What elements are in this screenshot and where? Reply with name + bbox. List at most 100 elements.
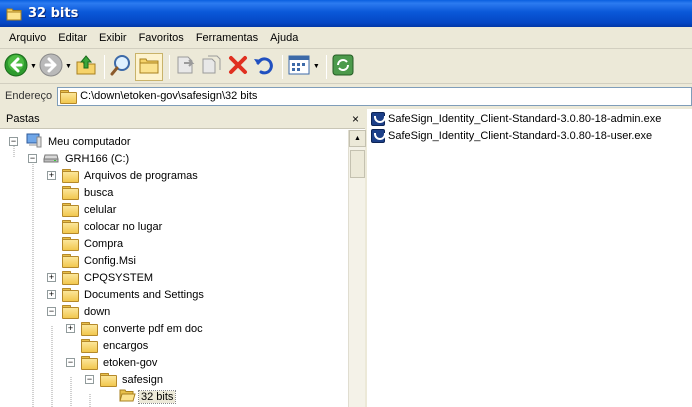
scroll-up-icon[interactable]: ▲ <box>349 130 366 147</box>
forward-dropdown-icon[interactable]: ▼ <box>65 63 72 70</box>
sync-button[interactable] <box>331 53 355 81</box>
address-label: Endereço <box>5 90 53 102</box>
expand-icon[interactable]: + <box>47 290 56 299</box>
folder-icon <box>62 220 79 234</box>
folder-icon <box>81 339 98 353</box>
views-dropdown-icon[interactable]: ▼ <box>313 63 320 70</box>
folder-icon <box>62 203 79 217</box>
back-icon <box>4 53 28 80</box>
folder-icon <box>81 356 98 370</box>
folders-pane: Pastas × − Meu computador − GRH166 (C:) … <box>0 109 366 407</box>
collapse-icon[interactable]: − <box>28 154 37 163</box>
open-folder-icon <box>119 388 136 405</box>
forward-button[interactable]: ▼ <box>39 53 72 81</box>
folder-icon <box>81 322 98 336</box>
address-bar: Endereço C:\down\etoken-gov\safesign\32 … <box>0 85 692 107</box>
tree-item-label: 32 bits <box>137 389 177 404</box>
tree-item-celular[interactable]: celular <box>62 201 118 218</box>
search-button[interactable] <box>109 53 133 81</box>
up-folder-icon <box>74 53 98 80</box>
toolbar-separator <box>325 54 327 79</box>
tree-item-label: Meu computador <box>48 135 131 148</box>
views-button[interactable]: ▼ <box>287 53 320 81</box>
tree-item-config-msi[interactable]: Config.Msi <box>62 252 138 269</box>
collapse-icon[interactable]: − <box>66 358 75 367</box>
file-name: SafeSign_Identity_Client-Standard-3.0.80… <box>388 130 653 142</box>
tree-item-label: safesign <box>122 373 163 386</box>
menu-favoritos[interactable]: Favoritos <box>133 28 190 48</box>
folder-icon <box>60 89 78 104</box>
tree-item-label: down <box>84 305 111 318</box>
tree-item-label: GRH166 (C:) <box>65 152 130 165</box>
safesign-exe-icon <box>371 112 386 126</box>
delete-button[interactable] <box>226 53 250 81</box>
tree-item-label: Documents and Settings <box>84 288 204 301</box>
tree-item-label: etoken-gov <box>103 356 158 369</box>
undo-icon <box>252 53 276 80</box>
back-dropdown-icon[interactable]: ▼ <box>30 63 37 70</box>
move-to-icon <box>174 53 198 80</box>
menu-exibir[interactable]: Exibir <box>93 28 133 48</box>
toolbar-separator <box>281 54 283 79</box>
tree-item-32-bits[interactable]: 32 bits <box>119 388 177 405</box>
folders-scrollbar[interactable]: ▲ <box>348 130 366 407</box>
toolbar: ▼ ▼ ▼ <box>0 50 692 84</box>
up-folder-button[interactable] <box>74 53 98 81</box>
tree-item-down[interactable]: − down <box>47 303 112 320</box>
tree-item-compra[interactable]: Compra <box>62 235 125 252</box>
collapse-icon[interactable]: − <box>9 137 18 146</box>
file-name: SafeSign_Identity_Client-Standard-3.0.80… <box>388 113 662 125</box>
copy-to-icon <box>200 53 224 80</box>
folders-icon <box>138 55 160 78</box>
folder-icon <box>62 237 79 251</box>
folder-icon <box>6 7 22 21</box>
tree-item-label: converte pdf em doc <box>103 322 203 335</box>
tree-item-cpqsystem[interactable]: + CPQSYSTEM <box>47 269 155 286</box>
tree-item-arquivos-de-programas[interactable]: + Arquivos de programas <box>47 167 200 184</box>
sync-icon <box>331 53 355 80</box>
address-value: C:\down\etoken-gov\safesign\32 bits <box>80 90 258 102</box>
folder-icon <box>62 288 79 302</box>
tree-item-safesign[interactable]: − safesign <box>85 371 165 388</box>
back-button[interactable]: ▼ <box>4 53 37 81</box>
menu-arquivo[interactable]: Arquivo <box>3 28 52 48</box>
scrollbar-thumb[interactable] <box>350 150 365 178</box>
copy-to-button[interactable] <box>200 53 224 81</box>
tree-item-grh166-c[interactable]: − GRH166 (C:) <box>28 150 131 167</box>
collapse-icon[interactable]: − <box>85 375 94 384</box>
file-item-user-exe[interactable]: SafeSign_Identity_Client-Standard-3.0.80… <box>371 128 652 144</box>
menu-editar[interactable]: Editar <box>52 28 93 48</box>
close-icon[interactable]: × <box>352 112 359 126</box>
menu-bar: Arquivo Editar Exibir Favoritos Ferramen… <box>0 27 692 49</box>
tree-item-converte-pdf-em-doc[interactable]: + converte pdf em doc <box>66 320 205 337</box>
undo-button[interactable] <box>252 53 276 81</box>
menu-ferramentas[interactable]: Ferramentas <box>190 28 264 48</box>
expand-icon[interactable]: + <box>47 273 56 282</box>
expand-icon[interactable]: + <box>47 171 56 180</box>
tree-item-etoken-gov[interactable]: − etoken-gov <box>66 354 159 371</box>
toolbar-separator <box>168 54 170 79</box>
file-item-admin-exe[interactable]: SafeSign_Identity_Client-Standard-3.0.80… <box>371 111 661 127</box>
tree-item-label: encargos <box>103 339 149 352</box>
tree-item-label: Arquivos de programas <box>84 169 198 182</box>
folder-tree: − Meu computador − GRH166 (C:) + Arquivo… <box>0 130 347 407</box>
title-bar: 32 bits <box>0 0 692 27</box>
tree-item-busca[interactable]: busca <box>62 184 115 201</box>
tree-item-documents-and-settings[interactable]: + Documents and Settings <box>47 286 206 303</box>
tree-item-meu-computador[interactable]: − Meu computador <box>9 133 133 151</box>
expand-icon[interactable]: + <box>66 324 75 333</box>
menu-ajuda[interactable]: Ajuda <box>264 28 304 48</box>
address-input[interactable]: C:\down\etoken-gov\safesign\32 bits <box>57 86 692 106</box>
move-to-button[interactable] <box>174 53 198 81</box>
file-list-pane: SafeSign_Identity_Client-Standard-3.0.80… <box>367 109 692 407</box>
safesign-exe-icon <box>371 129 386 143</box>
forward-icon <box>39 53 63 80</box>
collapse-icon[interactable]: − <box>47 307 56 316</box>
tree-item-label: Compra <box>84 237 124 250</box>
tree-item-encargos[interactable]: encargos <box>81 337 150 354</box>
tree-item-label: Config.Msi <box>84 254 136 267</box>
delete-icon <box>226 53 250 80</box>
tree-item-colocar-no-lugar[interactable]: colocar no lugar <box>62 218 164 235</box>
folders-button[interactable] <box>134 52 163 81</box>
computer-icon <box>26 133 42 151</box>
